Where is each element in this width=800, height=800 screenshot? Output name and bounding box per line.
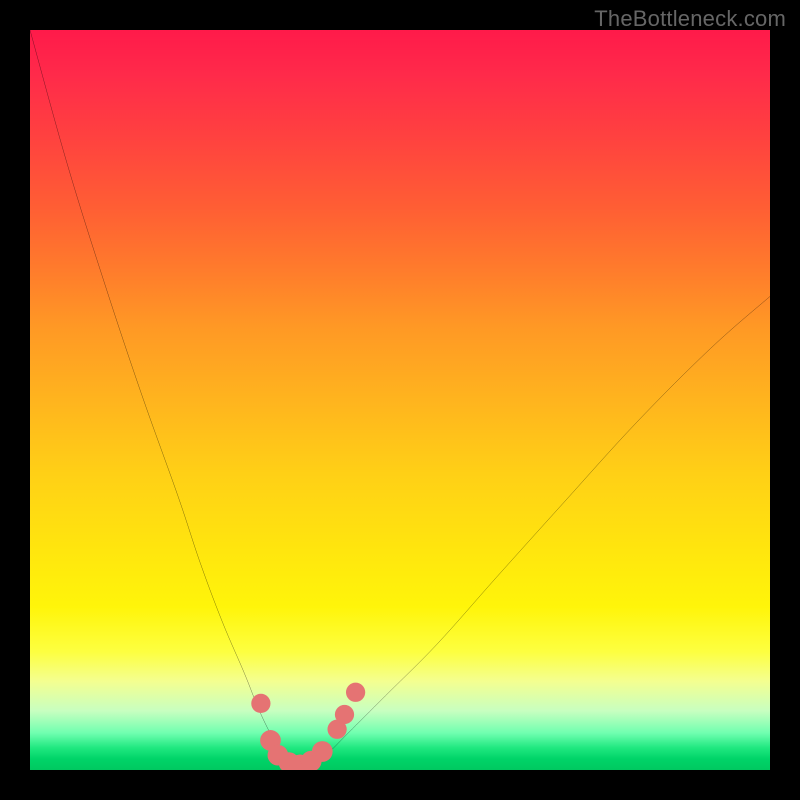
point-left-upper	[251, 694, 270, 713]
chart-plot-area	[30, 30, 770, 770]
data-markers	[251, 683, 365, 770]
point-right-upper	[346, 683, 365, 702]
bottleneck-curve	[30, 30, 770, 768]
watermark-text: TheBottleneck.com	[594, 6, 786, 32]
point-right-mid2	[335, 705, 354, 724]
chart-svg	[30, 30, 770, 770]
point-trough-r2	[312, 741, 333, 762]
